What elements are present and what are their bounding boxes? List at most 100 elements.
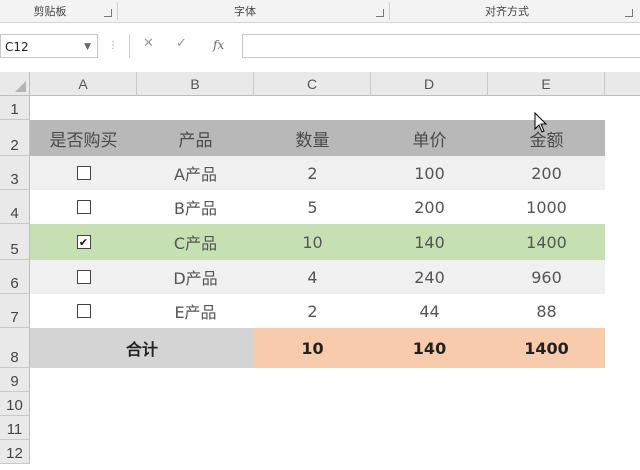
table-total-row: 合计 10 140 1400 [30,328,605,368]
row-header-12[interactable]: 12 [0,440,30,464]
header-cell-price[interactable]: 单价 [371,120,488,156]
purchase-cell[interactable] [30,190,137,224]
column-header-b[interactable]: B [137,72,254,96]
total-qty-cell[interactable]: 10 [254,328,371,368]
amount-cell[interactable]: 200 [488,156,605,190]
purchase-cell[interactable] [30,156,137,190]
column-label: A [78,75,88,92]
ribbon-group-clipboard-label: 剪贴板 [33,5,67,18]
row-label: 5 [10,241,19,258]
amount-cell[interactable]: 1000 [488,190,605,224]
price-cell[interactable]: 100 [371,156,488,190]
row-header-6[interactable]: 6 [0,260,30,294]
price-cell[interactable]: 240 [371,260,488,294]
price-cell[interactable]: 44 [371,294,488,328]
total-amount-cell[interactable]: 1400 [488,328,605,368]
formula-input[interactable] [242,34,640,58]
column-header-e[interactable]: E [488,72,605,96]
table-header-row: 是否购买 产品 数量 单价 金额 [30,120,605,156]
product-cell[interactable]: B产品 [137,190,254,224]
table-row: A产品 2 100 200 [30,156,605,190]
ribbon-group-alignment: 对齐方式 [392,0,622,22]
ribbon-separator [389,2,390,20]
row-header-2[interactable]: 2 [0,120,30,156]
checkbox[interactable] [76,304,91,318]
amount-cell[interactable]: 1400 [488,224,605,260]
purchase-cell[interactable]: ✔ [30,224,137,260]
row-header-11[interactable]: 11 [0,416,30,440]
column-label: B [190,75,200,92]
row-header-4[interactable]: 4 [0,190,30,224]
purchase-cell[interactable] [30,260,137,294]
table-row: D产品 4 240 960 [30,260,605,294]
column-label: D [423,75,435,92]
product-cell[interactable]: E产品 [137,294,254,328]
product-cell[interactable]: D产品 [137,260,254,294]
insert-function-icon[interactable]: fx [213,38,224,52]
enter-icon[interactable]: ✓ [176,36,187,51]
table-row: B产品 5 200 1000 [30,190,605,224]
row-label: 4 [10,205,19,222]
column-label: C [306,75,318,92]
total-label-cell[interactable]: 合计 [30,328,254,368]
qty-cell[interactable]: 5 [254,190,371,224]
name-box-value: C12 [5,40,29,54]
row-header-7[interactable]: 7 [0,294,30,328]
qty-cell[interactable]: 2 [254,156,371,190]
column-header-d[interactable]: D [371,72,488,96]
header-cell-qty[interactable]: 数量 [254,120,371,156]
ribbon-group-alignment-label: 对齐方式 [485,5,529,18]
more-options-icon[interactable]: ⋮ [108,40,118,51]
qty-cell[interactable]: 2 [254,294,371,328]
purchase-cell[interactable] [30,294,137,328]
ribbon-separator [117,2,118,20]
amount-cell[interactable]: 960 [488,260,605,294]
total-price-cell[interactable]: 140 [371,328,488,368]
price-cell[interactable]: 140 [371,224,488,260]
formula-bar: C12 ▼ ⋮ ✕ ✓ fx [0,30,640,64]
clipboard-dialog-launcher-icon[interactable] [104,9,112,17]
product-cell[interactable]: A产品 [137,156,254,190]
table-row-selected: ✔ C产品 10 140 1400 [30,224,605,260]
name-box[interactable]: C12 ▼ [0,34,98,58]
row-header-8[interactable]: 8 [0,328,30,368]
row-label: 11 [6,421,23,438]
row-label: 10 [6,397,23,414]
mouse-cursor-icon [534,112,548,133]
qty-cell[interactable]: 4 [254,260,371,294]
product-cell[interactable]: C产品 [137,224,254,260]
row-label: 3 [10,171,19,188]
row-label: 7 [10,309,19,326]
cancel-icon[interactable]: ✕ [143,36,154,51]
amount-cell[interactable]: 88 [488,294,605,328]
row-label: 1 [10,101,19,118]
row-header-3[interactable]: 3 [0,156,30,190]
price-cell[interactable]: 200 [371,190,488,224]
column-header-f[interactable] [605,72,640,96]
checkbox-checked[interactable]: ✔ [76,235,91,249]
checkbox[interactable] [76,200,91,214]
formula-separator [129,34,130,58]
row-label: 12 [6,445,23,462]
column-header-a[interactable]: A [30,72,137,96]
ribbon-group-font-label: 字体 [234,5,256,18]
ribbon-group-clipboard: 剪贴板 [0,0,100,22]
select-all-button[interactable] [0,72,30,96]
row-header-5[interactable]: 5 [0,224,30,260]
checkbox[interactable] [76,270,91,284]
ribbon-group-font: 字体 [120,0,370,22]
qty-cell[interactable]: 10 [254,224,371,260]
row-label: 8 [10,349,19,366]
checkbox[interactable] [76,166,91,180]
font-dialog-launcher-icon[interactable] [376,9,384,17]
alignment-dialog-launcher-icon[interactable] [625,9,633,17]
row-header-10[interactable]: 10 [0,392,30,416]
row-header-1[interactable]: 1 [0,96,30,120]
row-label: 2 [10,137,19,154]
row-header-9[interactable]: 9 [0,368,30,392]
header-cell-product[interactable]: 产品 [137,120,254,156]
row-label: 6 [10,275,19,292]
column-header-c[interactable]: C [254,72,371,96]
chevron-down-icon[interactable]: ▼ [84,35,91,59]
header-cell-purchase[interactable]: 是否购买 [30,120,137,156]
